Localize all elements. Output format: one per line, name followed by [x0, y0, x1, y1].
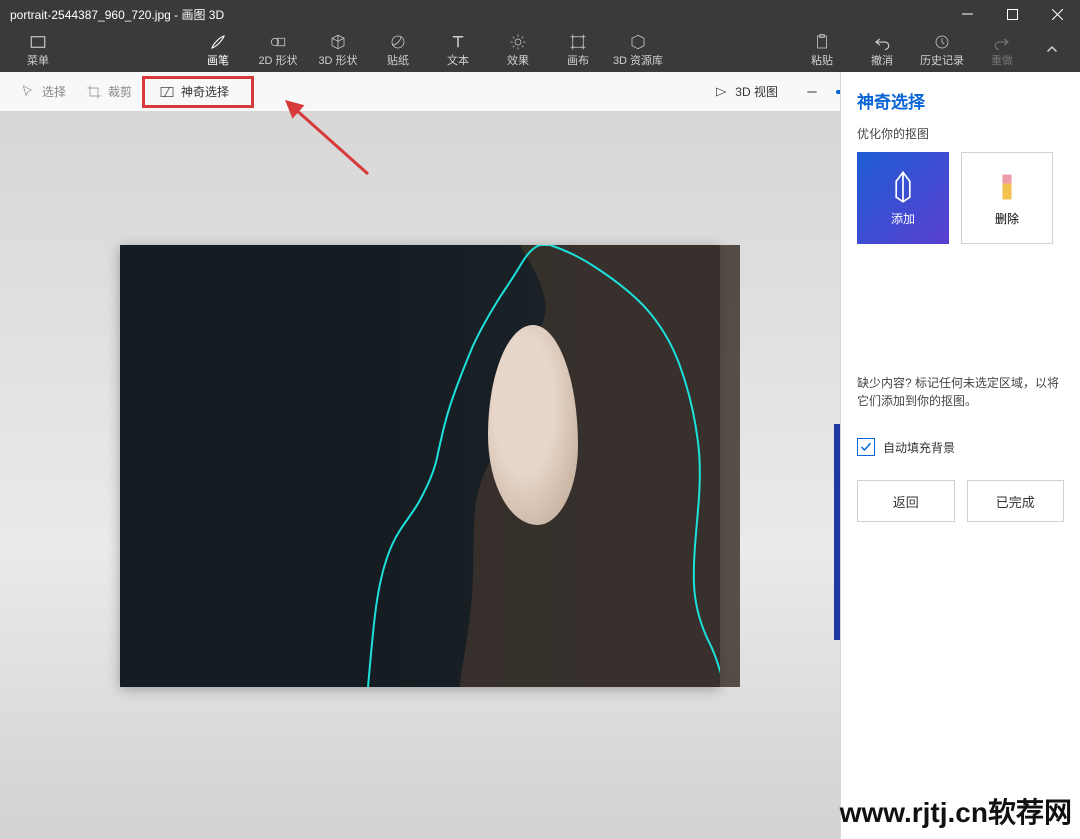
canvas-tool[interactable]: 画布	[548, 28, 608, 72]
magic-select-tool[interactable]: 神奇选择	[142, 76, 254, 108]
redo-button[interactable]: 重做	[972, 28, 1032, 72]
paste-button[interactable]: 粘贴	[792, 28, 852, 72]
shape2d-label: 2D 形状	[258, 52, 297, 68]
shape2d-tool[interactable]: 2D 形状	[248, 28, 308, 72]
autofill-label: 自动填充背景	[883, 439, 955, 456]
redo-label: 重做	[991, 52, 1013, 68]
magic-selection-outline	[120, 245, 720, 687]
side-panel: 神奇选择 优化你的抠图 添加 删除 缺少内容? 标记任何未选定区域，以将它们添加…	[840, 72, 1080, 839]
done-button[interactable]: 已完成	[967, 480, 1065, 522]
sticker-tool[interactable]: 贴纸	[368, 28, 428, 72]
window-controls	[945, 0, 1080, 28]
view3d-toggle[interactable]: 3D 视图	[713, 83, 778, 100]
history-label: 历史记录	[920, 52, 964, 68]
select-label: 选择	[42, 83, 66, 100]
optimize-hint: 优化你的抠图	[857, 125, 1064, 142]
shape3d-tool[interactable]: 3D 形状	[308, 28, 368, 72]
sticker-label: 贴纸	[387, 52, 409, 68]
menu-label: 菜单	[27, 52, 49, 68]
text-label: 文本	[447, 52, 469, 68]
brush-tool[interactable]: 画笔	[188, 28, 248, 72]
ribbon: 菜单 画笔 2D 形状 3D 形状 贴纸 文本 效果 画布 3D 资源库 粘贴 …	[0, 28, 1080, 72]
panel-description: 缺少内容? 标记任何未选定区域，以将它们添加到你的抠图。	[857, 374, 1064, 410]
canvas-workspace[interactable]	[0, 112, 840, 839]
paste-label: 粘贴	[811, 52, 833, 68]
crop-tool[interactable]: 裁剪	[76, 76, 142, 108]
library3d-tool[interactable]: 3D 资源库	[608, 28, 668, 72]
close-button[interactable]	[1035, 0, 1080, 28]
panel-title: 神奇选择	[857, 88, 1064, 113]
autofill-checkbox-row[interactable]: 自动填充背景	[857, 438, 1064, 456]
remove-mode-card[interactable]: 删除	[961, 152, 1053, 244]
canvas-image[interactable]	[120, 245, 720, 687]
back-button[interactable]: 返回	[857, 480, 955, 522]
undo-button[interactable]: 撤消	[852, 28, 912, 72]
annotation-arrow	[284, 100, 374, 185]
select-tool[interactable]: 选择	[10, 76, 76, 108]
menu-button[interactable]: 菜单	[8, 28, 68, 72]
text-tool[interactable]: 文本	[428, 28, 488, 72]
undo-label: 撤消	[871, 52, 893, 68]
pencil-add-icon	[889, 170, 917, 204]
titlebar: portrait-2544387_960_720.jpg - 画图 3D	[0, 0, 1080, 28]
minimize-button[interactable]	[945, 0, 990, 28]
brush-label: 画笔	[207, 52, 229, 68]
crop-label: 裁剪	[108, 83, 132, 100]
add-mode-card[interactable]: 添加	[857, 152, 949, 244]
zoom-out-button[interactable]	[798, 78, 826, 106]
remove-label: 删除	[995, 210, 1019, 227]
history-button[interactable]: 历史记录	[912, 28, 972, 72]
canvas-label: 画布	[567, 52, 589, 68]
view3d-label: 3D 视图	[735, 83, 778, 100]
maximize-button[interactable]	[990, 0, 1035, 28]
effects-label: 效果	[507, 52, 529, 68]
effects-tool[interactable]: 效果	[488, 28, 548, 72]
collapse-ribbon-button[interactable]	[1032, 28, 1072, 72]
add-label: 添加	[891, 210, 915, 227]
magic-select-label: 神奇选择	[181, 83, 229, 100]
eraser-icon	[993, 170, 1021, 204]
watermark-text: www.rjtj.cn软荐网	[840, 791, 1072, 831]
checkbox-checked-icon	[857, 438, 875, 456]
window-title: portrait-2544387_960_720.jpg - 画图 3D	[10, 6, 945, 23]
shape3d-label: 3D 形状	[318, 52, 357, 68]
library3d-label: 3D 资源库	[613, 52, 663, 68]
